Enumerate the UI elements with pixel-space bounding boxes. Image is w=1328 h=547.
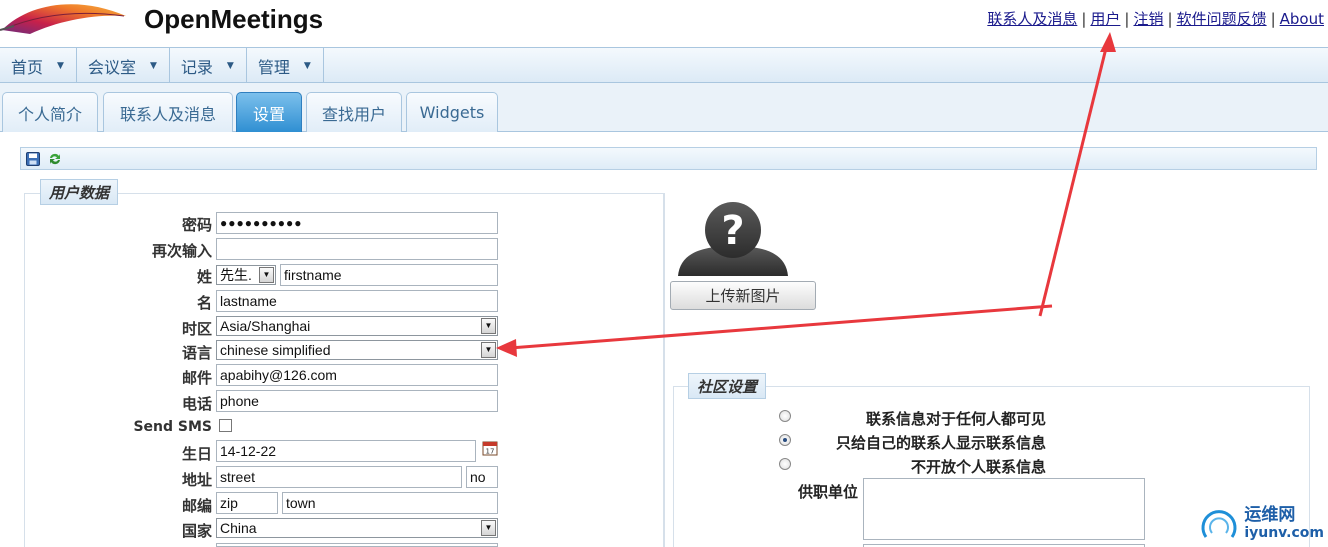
visibility-radio-all[interactable] [779,410,791,422]
app-title: OpenMeetings [144,4,324,34]
firstname-label: 名 [196,294,212,312]
menu-item-label: 首页 [11,57,44,77]
send-sms-checkbox[interactable] [219,419,232,432]
password-label: 密码 [181,216,212,234]
apache-feather-logo [0,4,126,34]
avatar: ? [670,192,796,276]
timezone-value: Asia/Shanghai [220,318,311,334]
calendar-icon[interactable]: 17 [482,440,498,460]
chevron-down-icon: ▼ [259,267,274,283]
birthday-label: 生日 [181,445,212,463]
watermark: 运维网 iyunv.com [1198,503,1324,545]
menu-item-label: 记录 [180,57,213,77]
chevron-down-icon: ▼ [481,520,496,536]
tab-profile[interactable]: 个人简介 [2,92,98,132]
visibility-option-none: 不开放个人联系信息 [910,458,1046,476]
salutation-select[interactable]: 先生. ▼ [216,265,276,285]
zip-label: 邮编 [181,497,212,515]
watermark-logo [1201,510,1237,538]
birthday-field[interactable]: 14-12-22 [216,440,476,462]
visibility-radio-contacts[interactable] [779,434,791,446]
firstname-field[interactable]: firstname [280,264,498,286]
top-links: 联系人及消息 | 用户 | 注销 | 软件问题反馈 | About [983,8,1328,29]
language-value: chinese simplified [220,342,331,358]
tab-search-users[interactable]: 查找用户 [306,92,402,132]
upload-photo-button[interactable]: 上传新图片 [670,281,816,310]
confirm-password-label: 再次输入 [151,242,212,260]
chevron-down-icon: ▼ [481,342,496,358]
panel-divider [664,193,665,547]
top-link-about[interactable]: About [1276,10,1328,28]
top-link-contacts[interactable]: 联系人及消息 [983,8,1081,29]
send-sms-label: Send SMS [133,419,212,435]
password-field[interactable]: ●●●●●●●●●● [216,212,498,234]
save-icon[interactable] [25,151,41,167]
house-number-field[interactable]: no [466,466,498,488]
main-menu: 首页 ▼ 会议室 ▼ 记录 ▼ 管理 ▼ [0,47,1328,83]
refresh-icon[interactable] [47,151,63,167]
chevron-down-icon: ▼ [226,60,234,71]
timezone-select[interactable]: Asia/Shanghai ▼ [216,316,498,336]
toolbar [20,147,1317,170]
country-label: 国家 [181,522,212,540]
menu-item-label: 管理 [257,57,290,77]
svg-text:17: 17 [486,448,495,456]
unknown-user-icon: ? [678,202,788,276]
language-label: 语言 [181,344,212,362]
tab-contacts[interactable]: 联系人及消息 [103,92,233,132]
country-value: China [220,520,257,536]
street-field[interactable]: street [216,466,462,488]
top-link-user[interactable]: 用户 [1086,8,1124,29]
chevron-down-icon: ▼ [149,60,157,71]
visibility-option-contacts: 只给自己的联系人显示联系信息 [835,434,1046,452]
phone-label: 电话 [181,395,212,413]
chevron-down-icon: ▼ [481,318,496,334]
menu-item-label: 会议室 [87,57,136,77]
next-field[interactable] [216,543,498,547]
user-data-legend: 用户数据 [40,179,119,205]
timezone-label: 时区 [181,320,212,338]
top-link-logout[interactable]: 注销 [1129,8,1167,29]
lastname-label: 姓 [196,268,212,286]
tab-settings[interactable]: 设置 [236,92,302,132]
menu-item-recordings[interactable]: 记录 ▼ [170,48,247,83]
tab-widgets[interactable]: Widgets [406,92,498,132]
address-label: 地址 [181,471,212,489]
email-field[interactable]: apabihy@126.com [216,364,498,386]
confirm-password-field[interactable] [216,238,498,260]
visibility-option-all: 联系信息对于任何人都可见 [865,410,1046,428]
chevron-down-icon: ▼ [303,60,311,71]
visibility-radio-none[interactable] [779,458,791,470]
watermark-cn: 运维网 [1244,505,1296,525]
chevron-down-icon: ▼ [57,60,64,71]
employer-textarea[interactable] [863,478,1145,540]
menu-item-admin[interactable]: 管理 ▼ [247,48,324,83]
language-select[interactable]: chinese simplified ▼ [216,340,498,360]
svg-text:?: ? [721,208,744,254]
email-label: 邮件 [181,369,212,387]
menu-item-rooms[interactable]: 会议室 ▼ [77,48,170,83]
community-legend: 社区设置 [688,373,767,399]
lastname-field[interactable]: lastname [216,290,498,312]
phone-field[interactable]: phone [216,390,498,412]
watermark-en: iyunv.com [1244,525,1324,541]
town-field[interactable]: town [282,492,498,514]
profile-tabs: 个人简介 联系人及消息 设置 查找用户 Widgets [0,83,1328,132]
menu-item-home[interactable]: 首页 ▼ [0,48,77,83]
top-link-bug-report[interactable]: 软件问题反馈 [1173,8,1271,29]
employer-label: 供职单位 [797,483,858,501]
country-select[interactable]: China ▼ [216,518,498,538]
salutation-value: 先生. [220,267,252,283]
zip-field[interactable]: zip [216,492,278,514]
